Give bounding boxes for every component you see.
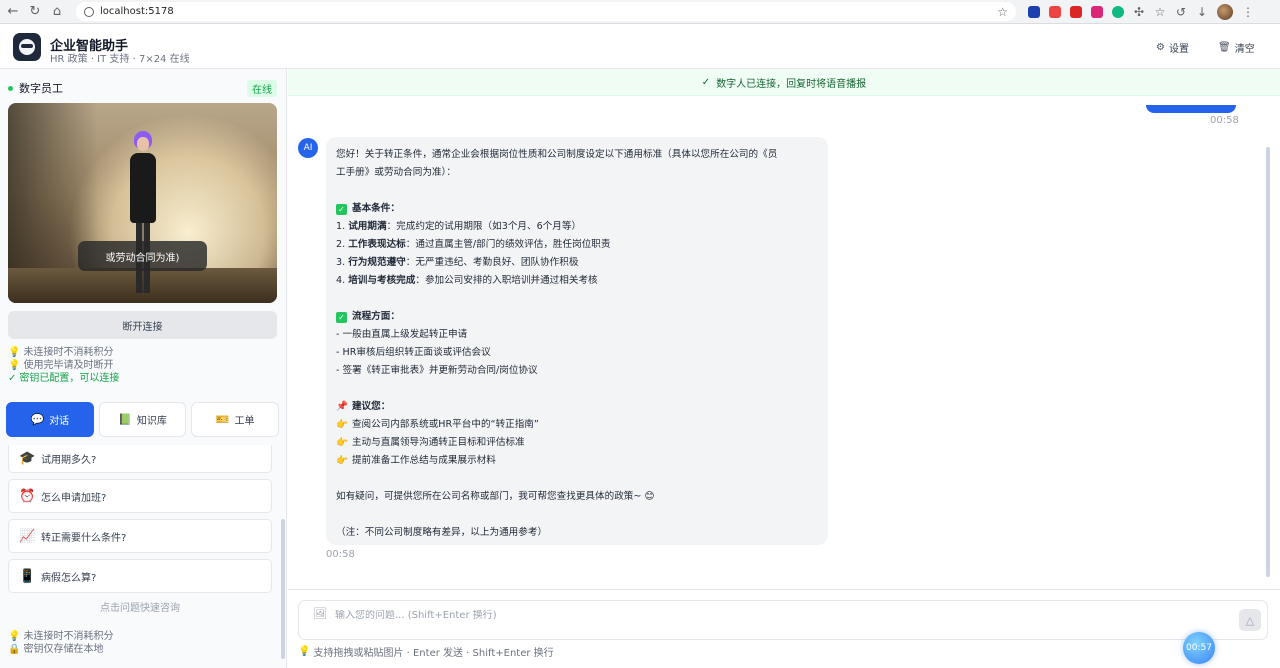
send-icon: △ bbox=[1245, 613, 1255, 627]
quick-question-item[interactable]: 📱 病假怎么算? bbox=[8, 559, 272, 593]
app-logo-icon bbox=[13, 33, 41, 61]
footer-tip: 💡 未连接时不消耗积分 bbox=[8, 631, 114, 642]
user-message-bubble bbox=[1146, 105, 1236, 113]
tip-item-ok: ✓ 密钥已配置，可以连接 bbox=[8, 373, 120, 384]
main-chat-area: ✓ 数字人已连接，回复时将语音播报 00:58 AI 您好！关于转正条件，通常企… bbox=[288, 69, 1280, 668]
lightbulb-icon: 💡 bbox=[8, 360, 21, 371]
quick-question-list: 🎓 试用期多久? ⏰ 怎么申请加班? 📈 转正需要什么条件? 📱 病假怎么算? bbox=[8, 445, 272, 599]
message-list[interactable]: 00:58 AI 您好！关于转正条件，通常企业会根据岗位性质和公司制度设定以下通… bbox=[288, 97, 1266, 597]
extension-grid-icon[interactable] bbox=[1049, 5, 1061, 18]
app-header: 企业智能助手 HR 政策 · IT 支持 · 7×24 在线 ⚙ 设置 🗑 清空 bbox=[0, 25, 1280, 69]
trash-icon: 🗑 bbox=[1218, 42, 1231, 53]
pointing-hand-icon: 👉 bbox=[336, 419, 348, 430]
quick-question-item[interactable]: ⏰ 怎么申请加班? bbox=[8, 479, 272, 513]
profile-avatar[interactable] bbox=[1217, 3, 1233, 20]
digital-human-video: 或劳动合同为准) bbox=[8, 103, 277, 303]
pointing-hand-icon: 👉 bbox=[336, 455, 348, 466]
pushpin-icon: 📌 bbox=[336, 401, 348, 412]
reload-icon[interactable]: ↻ bbox=[24, 1, 46, 23]
connection-banner: ✓ 数字人已连接，回复时将语音播报 bbox=[288, 69, 1280, 96]
extensions-bar: ✣ ☆ ↺ ↓ ⋮ bbox=[1028, 3, 1254, 20]
digital-employee-title: 数字员工 bbox=[19, 82, 63, 95]
gear-icon: ⚙ bbox=[1156, 42, 1165, 53]
chat-icon: 💬 bbox=[30, 413, 45, 426]
phone-calendar-icon: 📱 bbox=[19, 568, 36, 584]
ai-avatar: AI bbox=[298, 138, 318, 158]
quick-question-item[interactable]: 📈 转正需要什么条件? bbox=[8, 519, 272, 553]
check-box-icon: ✓ bbox=[336, 312, 347, 323]
input-box: 🖼 △ bbox=[298, 600, 1268, 640]
app-subtitle: HR 政策 · IT 支持 · 7×24 在线 bbox=[50, 54, 190, 65]
status-badge: 在线 bbox=[247, 80, 277, 97]
user-message-time: 00:58 bbox=[1210, 115, 1239, 126]
graduation-cap-icon: 🎓 bbox=[19, 451, 36, 466]
lightbulb-icon: 💡 bbox=[8, 347, 21, 358]
ai-message-bubble: 您好！关于转正条件，通常企业会根据岗位性质和公司制度设定以下通用标准（具体以您所… bbox=[326, 137, 828, 545]
image-icon[interactable]: 🖼 bbox=[313, 607, 327, 620]
chart-up-icon: 📈 bbox=[19, 528, 36, 544]
history-icon[interactable]: ↺ bbox=[1175, 5, 1187, 19]
book-icon: 📗 bbox=[118, 413, 132, 426]
browser-toolbar: ← ↻ ⌂ localhost:5178 ☆ ✣ ☆ ↺ ↓ ⋮ bbox=[0, 0, 1280, 24]
lock-icon: 🔒 bbox=[8, 644, 21, 655]
address-bar[interactable]: localhost:5178 ☆ bbox=[76, 2, 1016, 21]
extension-green-icon[interactable] bbox=[1112, 5, 1124, 18]
lightbulb-icon: 💡 bbox=[298, 646, 311, 657]
extension-pink-icon[interactable] bbox=[1091, 5, 1103, 18]
tab-chat[interactable]: 💬 对话 bbox=[6, 402, 94, 437]
quick-question-hint: 点击问题快速咨询 bbox=[100, 603, 180, 614]
clear-button[interactable]: 🗑 清空 bbox=[1218, 40, 1255, 55]
extension-puzzle-icon[interactable]: ✣ bbox=[1133, 5, 1145, 19]
tip-item: 💡 使用完毕请及时断开 bbox=[8, 360, 114, 371]
settings-button[interactable]: ⚙ 设置 bbox=[1156, 40, 1189, 55]
footer-tip: 🔒 密钥仅存储在本地 bbox=[8, 644, 104, 655]
download-icon[interactable]: ↓ bbox=[1196, 5, 1208, 19]
alarm-clock-icon: ⏰ bbox=[19, 488, 36, 504]
clear-label: 清空 bbox=[1234, 44, 1255, 55]
check-icon: ✓ bbox=[8, 373, 17, 384]
status-dot bbox=[8, 85, 13, 91]
sidebar-scrollbar[interactable] bbox=[281, 519, 285, 659]
ticket-icon: 🎫 bbox=[215, 413, 230, 426]
address-url[interactable]: localhost:5178 bbox=[100, 6, 997, 17]
site-info-icon[interactable] bbox=[84, 6, 94, 17]
digital-employee-header: 数字员工 bbox=[8, 80, 63, 96]
sidebar: 数字员工 在线 或劳动合同为准) 断开连接 💡 未连接时不消耗积分 💡 使用完毕请及… bbox=[0, 69, 287, 668]
tab-tickets[interactable]: 🎫 工单 bbox=[191, 402, 280, 437]
input-area: 🖼 △ 💡 支持拖拽或粘贴图片 · Enter 发送 · Shift+Enter… bbox=[288, 589, 1280, 668]
sidebar-footer: 💡 未连接时不消耗积分 🔒 密钥仅存储在本地 bbox=[8, 630, 113, 656]
message-input[interactable] bbox=[335, 610, 1195, 621]
chat-scrollbar[interactable] bbox=[1266, 147, 1270, 577]
disconnect-button[interactable]: 断开连接 bbox=[8, 311, 277, 339]
avatar-subtitle: 或劳动合同为准) bbox=[78, 241, 207, 271]
extension-shield-icon[interactable] bbox=[1028, 5, 1040, 18]
ai-message-time: 00:58 bbox=[326, 549, 355, 560]
session-timer[interactable]: 00:57 bbox=[1183, 632, 1215, 664]
bookmark-star-icon[interactable]: ☆ bbox=[997, 5, 1008, 19]
pointing-hand-icon: 👉 bbox=[336, 437, 348, 448]
tip-item: 💡 未连接时不消耗积分 bbox=[8, 347, 114, 358]
home-icon[interactable]: ⌂ bbox=[46, 1, 68, 23]
lightbulb-icon: 💡 bbox=[8, 631, 21, 642]
browser-menu-icon[interactable]: ⋮ bbox=[1242, 5, 1254, 19]
send-button[interactable]: △ bbox=[1239, 609, 1261, 631]
quick-question-item[interactable]: 🎓 试用期多久? bbox=[8, 445, 272, 473]
browser-nav: ← ↻ ⌂ bbox=[2, 1, 68, 23]
connection-tips: 💡 未连接时不消耗积分 💡 使用完毕请及时断开 ✓ 密钥已配置，可以连接 bbox=[8, 346, 119, 385]
input-hint: 💡 支持拖拽或粘贴图片 · Enter 发送 · Shift+Enter 换行 bbox=[298, 646, 554, 659]
bookmarks-icon[interactable]: ☆ bbox=[1154, 5, 1166, 19]
tab-knowledge-base[interactable]: 📗 知识库 bbox=[98, 402, 187, 437]
extension-red-icon[interactable] bbox=[1070, 5, 1082, 18]
back-icon[interactable]: ← bbox=[2, 1, 24, 23]
banner-text: 数字人已连接，回复时将语音播报 bbox=[716, 78, 867, 90]
sidebar-tabs: 💬 对话 📗 知识库 🎫 工单 bbox=[6, 402, 280, 437]
check-box-icon: ✓ bbox=[336, 204, 347, 215]
check-icon: ✓ bbox=[701, 76, 711, 88]
settings-label: 设置 bbox=[1168, 44, 1189, 55]
